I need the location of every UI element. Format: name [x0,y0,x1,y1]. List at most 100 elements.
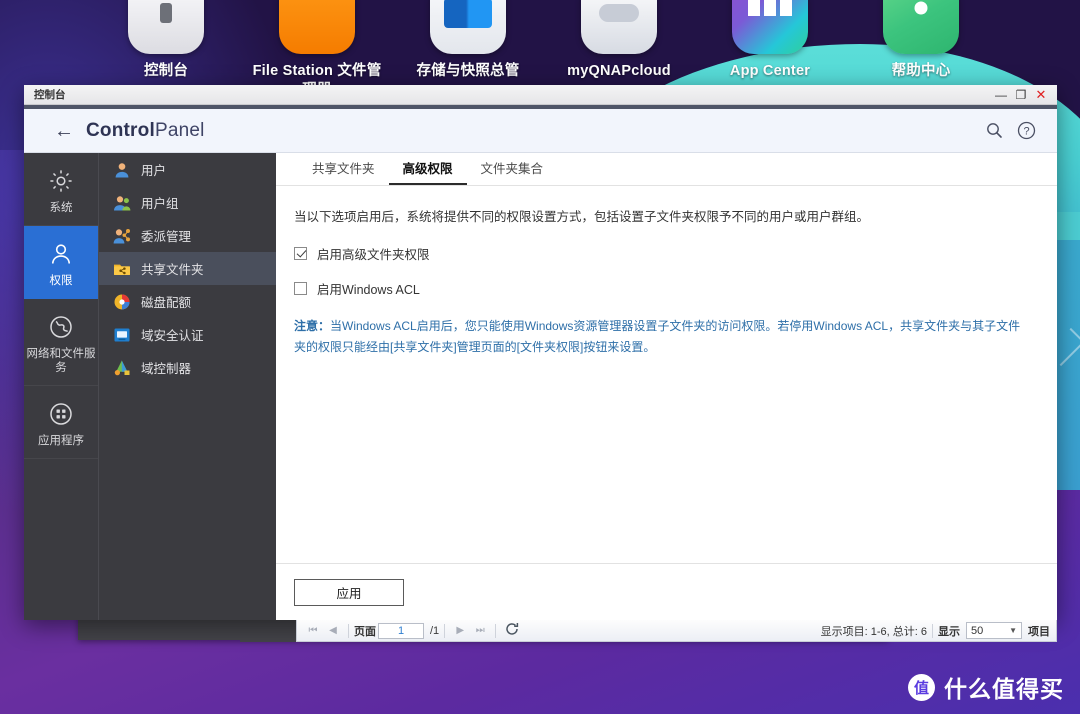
checkbox-windows-acl[interactable] [294,282,307,295]
file-station-icon [279,0,355,54]
desktop-app-myqnapcloud[interactable]: myQNAPcloud [549,0,689,81]
sidebar-item-quota[interactable]: 磁盘配额 [99,285,276,318]
refresh-icon[interactable] [501,622,523,639]
sidebar-item-applications[interactable]: 应用程序 [24,386,98,459]
page-number-input[interactable] [378,623,424,639]
apply-button[interactable]: 应用 [294,579,404,606]
intro-text: 当以下选项启用后，系统将提供不同的权限设置方式，包括设置子文件夹权限予不同的用户… [294,208,1037,226]
checkbox-label: 启用Windows ACL [317,279,420,298]
desktop-app-control-panel[interactable]: 控制台 [96,0,236,81]
domain-controller-icon [113,359,131,377]
sidebar-item-privilege[interactable]: 权限 [24,226,98,299]
sidebar-item-delegated-admin[interactable]: 委派管理 [99,219,276,252]
desktop-app-dock: 控制台 File Station 文件管理器 存储与快照总管 myQNAPclo… [0,0,1080,70]
sidebar-item-shared-folders[interactable]: 共享文件夹 [99,252,276,285]
primary-sidebar: 系统 权限 网络和文件服务 [24,153,98,620]
domain-security-icon [113,326,131,344]
desktop-app-app-center[interactable]: App Center [700,0,840,81]
maximize-button[interactable]: ❐ [1011,87,1031,103]
page-size-select[interactable]: 50 ▼ [966,622,1022,639]
desktop-app-help-center[interactable]: 帮助中心 [851,0,991,81]
svg-text:?: ? [1023,126,1029,138]
desktop-app-label: App Center [700,62,840,81]
page-title: ControlPanel [86,120,205,142]
help-icon[interactable]: ? [1013,118,1039,144]
sidebar-label: 域控制器 [141,358,191,377]
sidebar-label: 域安全认证 [141,325,204,344]
items-info: 显示项目: 1-6, 总计: 6 [821,623,927,639]
desktop-app-label: 帮助中心 [851,62,991,81]
page-size-value: 50 [971,625,983,637]
tab-shared-folders[interactable]: 共享文件夹 [298,158,389,185]
sidebar-item-system[interactable]: 系统 [24,153,98,226]
divider [444,624,445,638]
chevron-down-icon: ▼ [1009,626,1017,635]
items-suffix: 项目 [1028,623,1050,639]
watermark: 值 什么值得买 [908,670,1064,704]
quota-pie-icon [113,293,131,311]
last-page-button[interactable]: ⏭ [470,625,490,636]
minimize-button[interactable]: — [991,87,1011,103]
sidebar-item-domain-controller[interactable]: 域控制器 [99,351,276,384]
control-panel-window: 控制台 — ❐ ✕ ← ControlPanel ? [24,85,1057,620]
sidebar-label: 网络和文件服务 [26,347,96,375]
divider [495,624,496,638]
checkbox-row-advanced-folder-permissions[interactable]: 启用高级文件夹权限 [294,244,1037,263]
sidebar-item-users[interactable]: 用户 [99,153,276,186]
content-area: 共享文件夹 高级权限 文件夹集合 当以下选项启用后，系统将提供不同的权限设置方式… [276,153,1057,620]
user-group-icon [113,194,131,212]
sidebar-label: 用户 [141,160,166,179]
sidebar-item-domain-security[interactable]: 域安全认证 [99,318,276,351]
close-button[interactable]: ✕ [1031,87,1051,103]
page-title-bold: Control [86,120,155,141]
note-body: 当Windows ACL启用后，您只能使用Windows资源管理器设置子文件夹的… [294,319,1020,354]
show-label: 显示 [938,623,960,639]
tab-advanced-permissions[interactable]: 高级权限 [389,158,467,185]
sidebar-label: 用户组 [141,193,179,212]
window-titlebar: 控制台 — ❐ ✕ [24,85,1057,105]
window-body: 系统 权限 网络和文件服务 [24,153,1057,620]
sidebar-label: 权限 [26,274,96,288]
sidebar-label: 共享文件夹 [141,259,204,278]
sidebar-label: 应用程序 [26,434,96,448]
checkbox-row-windows-acl[interactable]: 启用Windows ACL [294,279,1037,298]
checkbox-label: 启用高级文件夹权限 [317,244,430,263]
app-center-icon [732,0,808,54]
myqnapcloud-icon [581,0,657,54]
sidebar-item-network-file-services[interactable]: 网络和文件服务 [24,299,98,386]
watermark-badge: 值 [908,674,935,701]
tab-bar: 共享文件夹 高级权限 文件夹集合 [276,153,1057,186]
page-label: 页面 [354,623,376,639]
prev-page-button[interactable]: ◀ [323,625,343,636]
watermark-text: 什么值得买 [944,670,1064,704]
sidebar-item-user-groups[interactable]: 用户组 [99,186,276,219]
user-single-icon [113,161,131,179]
storage-snapshot-icon [430,0,506,54]
back-arrow-icon[interactable]: ← [54,121,74,141]
window-title: 控制台 [34,87,66,102]
search-icon[interactable] [981,118,1007,144]
globe-icon [26,313,96,341]
help-center-icon [883,0,959,54]
sidebar-label: 磁盘配额 [141,292,191,311]
first-page-button[interactable]: ⏮ [303,625,323,636]
secondary-sidebar: 用户 用户组 委派管理 [98,153,276,620]
tab-folder-aggregation[interactable]: 文件夹集合 [467,158,558,185]
desktop-app-storage-snapshot[interactable]: 存储与快照总管 [398,0,538,81]
settings-pane: 当以下选项启用后，系统将提供不同的权限设置方式，包括设置子文件夹权限予不同的用户… [276,186,1057,563]
delegate-icon [113,227,131,245]
next-page-button[interactable]: ▶ [450,625,470,636]
control-panel-icon [128,0,204,54]
pagination-bar: ⏮ ◀ 页面 /1 ▶ ⏭ 显示项目: 1-6, 总计: 6 显示 50 ▼ 项… [296,620,1057,642]
checkbox-advanced-folder-permissions[interactable] [294,247,307,260]
window-header: ← ControlPanel ? [24,109,1057,153]
desktop-app-label: 控制台 [96,62,236,81]
shared-folder-icon [113,260,131,278]
divider [932,624,933,638]
grid-icon [26,400,96,428]
desktop-app-label: 存储与快照总管 [398,62,538,81]
desktop: 控制台 File Station 文件管理器 存储与快照总管 myQNAPclo… [0,0,1080,714]
user-icon [26,240,96,268]
note-prefix: 注意： [294,319,330,333]
gear-icon [26,167,96,195]
